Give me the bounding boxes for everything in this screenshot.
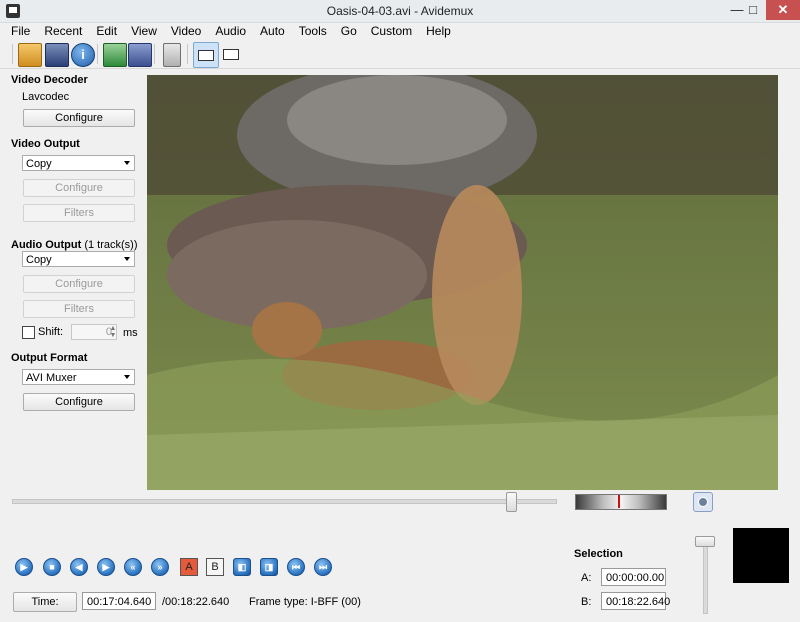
window-title: Oasis-04-03.avi - Avidemux [326, 4, 474, 18]
audio-track-count: (1 track(s)) [84, 239, 138, 251]
volume-slider-track[interactable] [703, 540, 708, 614]
time-button[interactable]: Time: [13, 592, 77, 612]
set-marker-a-button[interactable]: A [180, 558, 198, 576]
open-icon[interactable] [18, 43, 42, 67]
save-video-icon[interactable] [128, 43, 152, 67]
menu-view[interactable]: View [124, 22, 164, 40]
output-format-select[interactable]: AVI Muxer [22, 369, 135, 385]
previous-black-frame-icon[interactable]: ◧ [233, 558, 251, 576]
seek-slider-handle[interactable] [506, 492, 517, 512]
maximize-button[interactable]: □ [740, 0, 766, 20]
set-marker-b-button[interactable]: B [206, 558, 224, 576]
seek-slider-track[interactable] [12, 499, 557, 504]
shift-label: Shift: [38, 326, 64, 338]
frame-type-label: Frame type: I-BFF (00) [249, 596, 361, 608]
menu-audio[interactable]: Audio [208, 22, 253, 40]
shift-unit-label: ms [123, 327, 138, 339]
next-keyframe-icon[interactable]: » [151, 558, 169, 576]
chevron-down-icon [124, 257, 130, 261]
menu-bar: File Recent Edit View Video Audio Auto T… [0, 22, 800, 40]
jog-shuttle[interactable] [575, 494, 667, 510]
menu-custom[interactable]: Custom [364, 22, 419, 40]
jog-marker [618, 495, 620, 508]
audio-output-heading: Audio Output (1 track(s)) [11, 239, 138, 251]
current-time-field[interactable]: 00:17:04.640 [82, 592, 156, 610]
selection-a-field[interactable]: 00:00:00.00 [601, 568, 666, 586]
video-decoder-title: Video Decoder [11, 74, 88, 86]
output-format-configure-button[interactable]: Configure [23, 393, 135, 411]
output-view-icon[interactable] [220, 43, 242, 65]
shift-checkbox[interactable] [22, 326, 35, 339]
previous-frame-icon[interactable]: ◀ [70, 558, 88, 576]
audio-output-filters-button[interactable]: Filters [23, 300, 135, 318]
open-video-icon[interactable] [103, 43, 127, 67]
go-to-first-frame-icon[interactable]: ⏮ [287, 558, 305, 576]
video-output-selected: Copy [26, 158, 52, 170]
save-icon[interactable] [45, 43, 69, 67]
decoder-configure-button[interactable]: Configure [23, 109, 135, 127]
menu-video[interactable]: Video [164, 22, 208, 40]
video-output-filters-button[interactable]: Filters [23, 204, 135, 222]
audio-meter-preview [733, 528, 789, 583]
previous-keyframe-icon[interactable]: « [124, 558, 142, 576]
next-black-frame-icon[interactable]: ◨ [260, 558, 278, 576]
volume-slider-handle[interactable] [695, 536, 715, 547]
info-icon[interactable]: i [71, 43, 95, 67]
menu-file[interactable]: File [4, 22, 37, 40]
menu-recent[interactable]: Recent [37, 22, 89, 40]
decoder-codec-label: Lavcodec [22, 91, 70, 103]
menu-auto[interactable]: Auto [253, 22, 292, 40]
toolbar-separator [97, 44, 98, 64]
total-time-label: /00:18:22.640 [162, 596, 230, 608]
video-output-configure-button[interactable]: Configure [23, 179, 135, 197]
audio-output-configure-button[interactable]: Configure [23, 275, 135, 293]
volume-icon[interactable] [693, 492, 713, 512]
shift-spin-icon[interactable]: ▲ ▼ [109, 325, 117, 339]
video-output-title: Video Output [11, 138, 80, 150]
video-image [147, 75, 778, 490]
output-format-title: Output Format [11, 352, 88, 364]
next-frame-icon[interactable]: ▶ [97, 558, 115, 576]
video-frame [147, 75, 778, 490]
menu-help[interactable]: Help [419, 22, 458, 40]
chevron-down-icon [124, 161, 130, 165]
video-output-select[interactable]: Copy [22, 155, 135, 171]
output-format-selected: AVI Muxer [26, 372, 77, 384]
toolbar-separator [12, 44, 13, 64]
audio-output-select[interactable]: Copy [22, 251, 135, 267]
audio-output-title: Audio Output [11, 239, 82, 251]
toolbar-separator [187, 44, 188, 64]
go-to-last-frame-icon[interactable]: ⏭ [314, 558, 332, 576]
toolbar-separator [154, 44, 155, 64]
selection-title: Selection [574, 548, 623, 560]
audio-output-selected: Copy [26, 254, 52, 266]
selection-b-field[interactable]: 00:18:22.640 [601, 592, 670, 610]
close-button[interactable]: ✕ [766, 0, 800, 20]
input-view-icon[interactable] [193, 42, 219, 68]
play-icon[interactable]: ▶ [15, 558, 33, 576]
chevron-down-icon [124, 375, 130, 379]
selection-a-label: A: [581, 572, 592, 584]
stop-icon[interactable]: ■ [43, 558, 61, 576]
calculator-icon[interactable] [163, 43, 181, 67]
menu-go[interactable]: Go [334, 22, 364, 40]
selection-b-label: B: [581, 596, 592, 608]
menu-tools[interactable]: Tools [292, 22, 334, 40]
menu-edit[interactable]: Edit [89, 22, 124, 40]
